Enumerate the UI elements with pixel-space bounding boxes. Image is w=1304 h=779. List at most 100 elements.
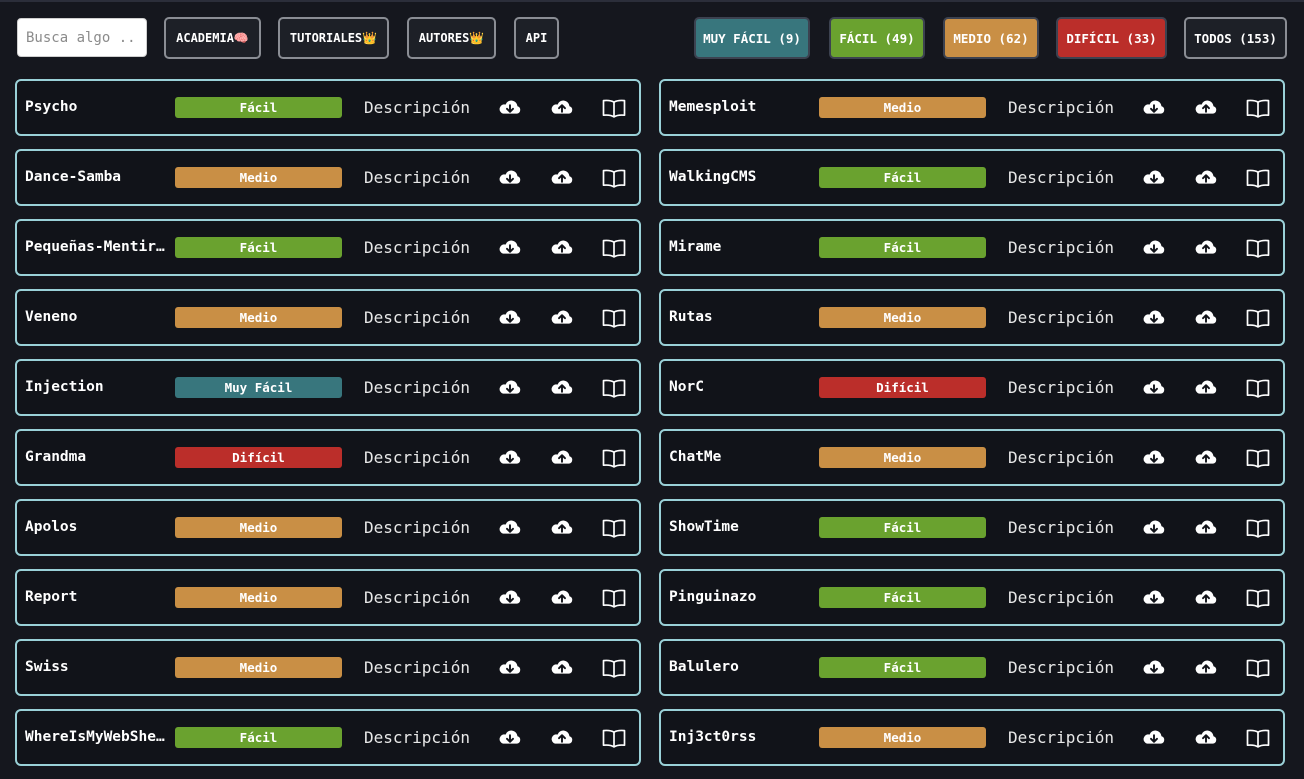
- open-book-icon[interactable]: [601, 515, 627, 541]
- cloud-download-icon[interactable]: [1141, 655, 1167, 681]
- machine-card[interactable]: Swiss Medio Descripción: [15, 639, 641, 696]
- filter-medio-button[interactable]: MEDIO (62): [943, 17, 1039, 59]
- cloud-download-icon[interactable]: [1141, 375, 1167, 401]
- nav-autores-button[interactable]: AUTORES👑: [407, 17, 496, 59]
- cloud-upload-icon[interactable]: [549, 95, 575, 121]
- description-link[interactable]: Descripción: [364, 221, 470, 274]
- search-input[interactable]: [17, 18, 147, 57]
- cloud-upload-icon[interactable]: [1193, 655, 1219, 681]
- machine-card[interactable]: Veneno Medio Descripción: [15, 289, 641, 346]
- description-link[interactable]: Descripción: [1008, 361, 1114, 414]
- cloud-upload-icon[interactable]: [1193, 725, 1219, 751]
- open-book-icon[interactable]: [1245, 725, 1271, 751]
- machine-card[interactable]: Memesploit Medio Descripción: [659, 79, 1285, 136]
- cloud-upload-icon[interactable]: [549, 655, 575, 681]
- machine-card[interactable]: WhereIsMyWebShell Fácil Descripción: [15, 709, 641, 766]
- open-book-icon[interactable]: [1245, 95, 1271, 121]
- machine-card[interactable]: Dance-Samba Medio Descripción: [15, 149, 641, 206]
- open-book-icon[interactable]: [1245, 165, 1271, 191]
- filter-facil-button[interactable]: FÁCIL (49): [829, 17, 925, 59]
- description-link[interactable]: Descripción: [1008, 641, 1114, 694]
- machine-card[interactable]: Pequeñas-MentirosasFácil Descripción: [15, 219, 641, 276]
- description-link[interactable]: Descripción: [1008, 501, 1114, 554]
- cloud-download-icon[interactable]: [497, 95, 523, 121]
- open-book-icon[interactable]: [601, 165, 627, 191]
- filter-todos-button[interactable]: TODOS (153): [1184, 17, 1287, 59]
- machine-card[interactable]: Grandma Difícil Descripción: [15, 429, 641, 486]
- open-book-icon[interactable]: [1245, 515, 1271, 541]
- description-link[interactable]: Descripción: [364, 431, 470, 484]
- cloud-download-icon[interactable]: [1141, 585, 1167, 611]
- cloud-download-icon[interactable]: [497, 165, 523, 191]
- description-link[interactable]: Descripción: [364, 361, 470, 414]
- description-link[interactable]: Descripción: [364, 571, 470, 624]
- cloud-upload-icon[interactable]: [549, 305, 575, 331]
- cloud-download-icon[interactable]: [1141, 445, 1167, 471]
- machine-card[interactable]: WalkingCMS Fácil Descripción: [659, 149, 1285, 206]
- cloud-upload-icon[interactable]: [549, 585, 575, 611]
- description-link[interactable]: Descripción: [1008, 291, 1114, 344]
- cloud-download-icon[interactable]: [1141, 95, 1167, 121]
- description-link[interactable]: Descripción: [1008, 81, 1114, 134]
- nav-academia-button[interactable]: ACADEMIA🧠: [164, 17, 261, 59]
- open-book-icon[interactable]: [1245, 585, 1271, 611]
- cloud-upload-icon[interactable]: [549, 515, 575, 541]
- open-book-icon[interactable]: [601, 95, 627, 121]
- open-book-icon[interactable]: [601, 725, 627, 751]
- cloud-upload-icon[interactable]: [1193, 585, 1219, 611]
- machine-card[interactable]: Mirame Fácil Descripción: [659, 219, 1285, 276]
- description-link[interactable]: Descripción: [364, 641, 470, 694]
- machine-card[interactable]: ChatMe Medio Descripción: [659, 429, 1285, 486]
- machine-card[interactable]: Inj3ct0rss Medio Descripción: [659, 709, 1285, 766]
- open-book-icon[interactable]: [1245, 305, 1271, 331]
- cloud-upload-icon[interactable]: [1193, 515, 1219, 541]
- cloud-download-icon[interactable]: [497, 305, 523, 331]
- description-link[interactable]: Descripción: [364, 151, 470, 204]
- machine-card[interactable]: Rutas Medio Descripción: [659, 289, 1285, 346]
- cloud-download-icon[interactable]: [1141, 305, 1167, 331]
- open-book-icon[interactable]: [601, 655, 627, 681]
- machine-card[interactable]: Balulero Fácil Descripción: [659, 639, 1285, 696]
- cloud-download-icon[interactable]: [497, 235, 523, 261]
- machine-card[interactable]: NorC Difícil Descripción: [659, 359, 1285, 416]
- filter-dificil-button[interactable]: DIFÍCIL (33): [1056, 17, 1167, 59]
- cloud-upload-icon[interactable]: [1193, 375, 1219, 401]
- cloud-upload-icon[interactable]: [1193, 305, 1219, 331]
- cloud-download-icon[interactable]: [497, 655, 523, 681]
- machine-card[interactable]: Injection Muy Fácil Descripción: [15, 359, 641, 416]
- cloud-upload-icon[interactable]: [1193, 165, 1219, 191]
- cloud-download-icon[interactable]: [497, 445, 523, 471]
- machine-card[interactable]: Pinguinazo Fácil Descripción: [659, 569, 1285, 626]
- machine-card[interactable]: ShowTime Fácil Descripción: [659, 499, 1285, 556]
- cloud-download-icon[interactable]: [497, 375, 523, 401]
- cloud-upload-icon[interactable]: [549, 235, 575, 261]
- machine-card[interactable]: Apolos Medio Descripción: [15, 499, 641, 556]
- nav-api-button[interactable]: API: [514, 17, 559, 59]
- machine-card[interactable]: Report Medio Descripción: [15, 569, 641, 626]
- description-link[interactable]: Descripción: [364, 81, 470, 134]
- description-link[interactable]: Descripción: [1008, 151, 1114, 204]
- cloud-download-icon[interactable]: [497, 725, 523, 751]
- cloud-upload-icon[interactable]: [549, 375, 575, 401]
- description-link[interactable]: Descripción: [364, 711, 470, 764]
- open-book-icon[interactable]: [1245, 445, 1271, 471]
- machine-card[interactable]: Psycho Fácil Descripción: [15, 79, 641, 136]
- open-book-icon[interactable]: [1245, 655, 1271, 681]
- cloud-upload-icon[interactable]: [549, 725, 575, 751]
- nav-tutoriales-button[interactable]: TUTORIALES👑: [278, 17, 389, 59]
- cloud-upload-icon[interactable]: [549, 445, 575, 471]
- description-link[interactable]: Descripción: [1008, 431, 1114, 484]
- open-book-icon[interactable]: [601, 585, 627, 611]
- cloud-upload-icon[interactable]: [1193, 235, 1219, 261]
- description-link[interactable]: Descripción: [364, 291, 470, 344]
- cloud-upload-icon[interactable]: [1193, 445, 1219, 471]
- cloud-upload-icon[interactable]: [1193, 95, 1219, 121]
- cloud-download-icon[interactable]: [1141, 725, 1167, 751]
- cloud-download-icon[interactable]: [1141, 165, 1167, 191]
- filter-muy-facil-button[interactable]: MUY FÁCIL (9): [694, 17, 810, 59]
- cloud-download-icon[interactable]: [497, 585, 523, 611]
- cloud-download-icon[interactable]: [1141, 235, 1167, 261]
- open-book-icon[interactable]: [601, 305, 627, 331]
- open-book-icon[interactable]: [1245, 235, 1271, 261]
- description-link[interactable]: Descripción: [1008, 571, 1114, 624]
